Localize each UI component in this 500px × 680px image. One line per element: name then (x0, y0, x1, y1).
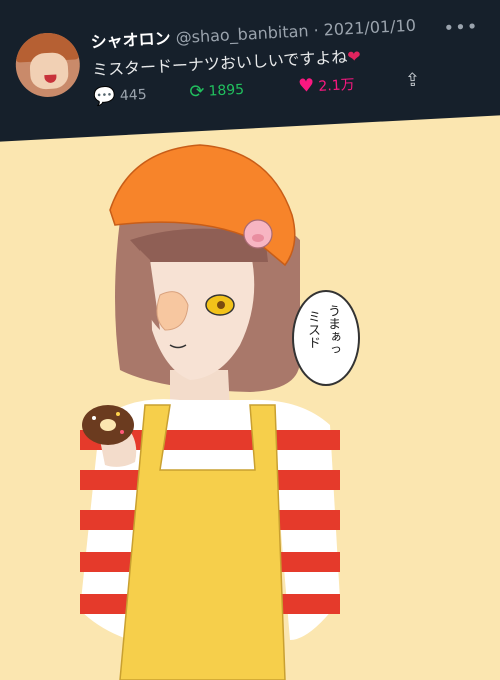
heart-icon: ♥ (297, 75, 315, 97)
tweet-header: シャオロン @shao_banbitan · 2021/01/10 (90, 12, 416, 53)
retweet-button[interactable]: ⟳ 1895 (189, 79, 245, 103)
user-handle[interactable]: @shao_banbitan (175, 21, 309, 47)
share-button[interactable]: ⇪ (405, 70, 421, 92)
reply-icon: 💬 (92, 85, 117, 108)
avatar[interactable] (14, 31, 82, 99)
donut-icon (82, 405, 134, 445)
bubble-text-line2: ミスド (305, 310, 320, 349)
like-count: 2.1万 (318, 76, 356, 95)
share-icon: ⇪ (404, 69, 421, 92)
reply-count: 445 (119, 86, 148, 104)
heart-emoji-icon: ❤ (346, 46, 362, 67)
display-name[interactable]: シャオロン (90, 29, 171, 52)
speech-bubble: うまぁっ ミスド (292, 290, 360, 386)
retweet-count: 1895 (208, 81, 245, 100)
reply-button[interactable]: 💬 445 (92, 84, 148, 108)
more-horizontal-icon[interactable]: ••• (443, 16, 479, 39)
retweet-icon: ⟳ (188, 80, 206, 103)
separator: · (313, 20, 320, 40)
tweet-date[interactable]: 2021/01/10 (323, 16, 416, 40)
bubble-text-line1: うまぁっ (325, 304, 340, 356)
like-button[interactable]: ♥ 2.1万 (298, 73, 355, 97)
